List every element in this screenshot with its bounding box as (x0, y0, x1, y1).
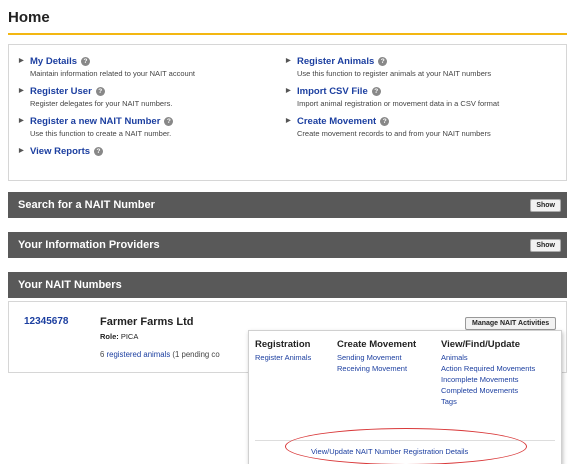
menu-item-view-reports[interactable]: ▶ View Reports? (19, 145, 264, 158)
my-details-desc: Maintain information related to your NAI… (30, 69, 195, 78)
import-csv-link[interactable]: Import CSV File (297, 85, 368, 98)
help-icon[interactable]: ? (378, 57, 388, 66)
register-user-desc: Register delegates for your NAIT numbers… (30, 99, 173, 108)
view-find-update-heading: View/Find/Update (441, 339, 521, 350)
create-movement-column: Create Movement Sending Movement Receivi… (337, 339, 416, 374)
information-providers-section-header[interactable]: Your Information Providers Show (8, 232, 567, 258)
create-movement-link[interactable]: Create Movement (297, 115, 376, 128)
information-providers-title: Your Information Providers (18, 239, 160, 251)
register-nait-number-desc: Use this function to create a NAIT numbe… (30, 129, 172, 138)
register-user-link[interactable]: Register User (30, 85, 92, 98)
triangle-right-icon: ▶ (286, 118, 291, 124)
import-csv-desc: Import animal registration or movement d… (297, 99, 500, 108)
search-nait-title: Search for a NAIT Number (18, 199, 155, 211)
menu-item-my-details[interactable]: ▶ My Details? Maintain information relate… (19, 55, 264, 79)
page-title: Home (8, 9, 50, 26)
popup-register-animals-link[interactable]: Register Animals (255, 352, 311, 363)
search-nait-section-header[interactable]: Search for a NAIT Number Show (8, 192, 567, 218)
view-find-update-column: View/Find/Update Animals Action Required… (441, 339, 535, 407)
action-required-movements-link[interactable]: Action Required Movements (441, 363, 535, 374)
tags-link[interactable]: Tags (441, 396, 535, 407)
role-label: Role: (100, 332, 119, 341)
incomplete-movements-link[interactable]: Incomplete Movements (441, 374, 535, 385)
registration-heading: Registration (255, 339, 311, 350)
registration-column: Registration Register Animals (255, 339, 311, 363)
role-line: Role: PICA (100, 332, 138, 341)
help-icon[interactable]: ? (164, 117, 174, 126)
sending-movement-link[interactable]: Sending Movement (337, 352, 416, 363)
quick-actions-left-column: ▶ My Details? Maintain information relate… (19, 55, 264, 164)
providers-show-button[interactable]: Show (530, 239, 561, 252)
create-movement-desc: Create movement records to and from your… (297, 129, 491, 138)
nait-numbers-title: Your NAIT Numbers (18, 279, 122, 291)
search-show-button[interactable]: Show (530, 199, 561, 212)
farm-name: Farmer Farms Ltd (100, 316, 194, 328)
quick-actions-right-column: ▶ Register Animals? Use this function to … (286, 55, 566, 145)
registered-animals-link[interactable]: registered animals (107, 350, 171, 359)
nait-numbers-section-header: Your NAIT Numbers (8, 272, 567, 298)
help-icon[interactable]: ? (95, 87, 105, 96)
triangle-right-icon: ▶ (19, 148, 24, 154)
menu-item-register-user[interactable]: ▶ Register User? Register delegates for y… (19, 85, 264, 109)
triangle-right-icon: ▶ (19, 118, 24, 124)
register-animals-desc: Use this function to register animals at… (297, 69, 492, 78)
animal-count: 6 (100, 350, 105, 359)
menu-item-register-animals[interactable]: ▶ Register Animals? Use this function to … (286, 55, 566, 79)
receiving-movement-link[interactable]: Receiving Movement (337, 363, 416, 374)
menu-item-create-movement[interactable]: ▶ Create Movement? Create movement record… (286, 115, 566, 139)
triangle-right-icon: ▶ (286, 58, 291, 64)
menu-item-register-nait-number[interactable]: ▶ Register a new NAIT Number? Use this fu… (19, 115, 264, 139)
help-icon[interactable]: ? (81, 57, 90, 66)
triangle-right-icon: ▶ (19, 88, 24, 94)
menu-item-import-csv[interactable]: ▶ Import CSV File? Import animal registra… (286, 85, 566, 109)
view-reports-link[interactable]: View Reports (30, 145, 90, 158)
create-movement-heading: Create Movement (337, 339, 417, 350)
animals-summary: 6 registered animals (1 pending co (100, 350, 220, 359)
role-value: PICA (120, 332, 139, 341)
my-details-link[interactable]: My Details (30, 55, 77, 68)
title-underline (8, 33, 567, 35)
animals-link[interactable]: Animals (441, 352, 535, 363)
register-animals-link[interactable]: Register Animals (297, 55, 374, 68)
highlight-annotation (285, 428, 527, 464)
help-icon[interactable]: ? (380, 117, 390, 126)
help-icon[interactable]: ? (94, 147, 104, 156)
register-nait-number-link[interactable]: Register a new NAIT Number (30, 115, 160, 128)
triangle-right-icon: ▶ (19, 58, 24, 64)
completed-movements-link[interactable]: Completed Movements (441, 385, 535, 396)
nait-number-link[interactable]: 12345678 (24, 316, 69, 327)
pending-text: (1 pending co (172, 350, 220, 359)
triangle-right-icon: ▶ (286, 88, 291, 94)
help-icon[interactable]: ? (371, 87, 381, 96)
manage-nait-activities-button[interactable]: Manage NAIT Activities (465, 317, 557, 330)
quick-actions-panel: ▶ My Details? Maintain information relate… (8, 44, 567, 181)
